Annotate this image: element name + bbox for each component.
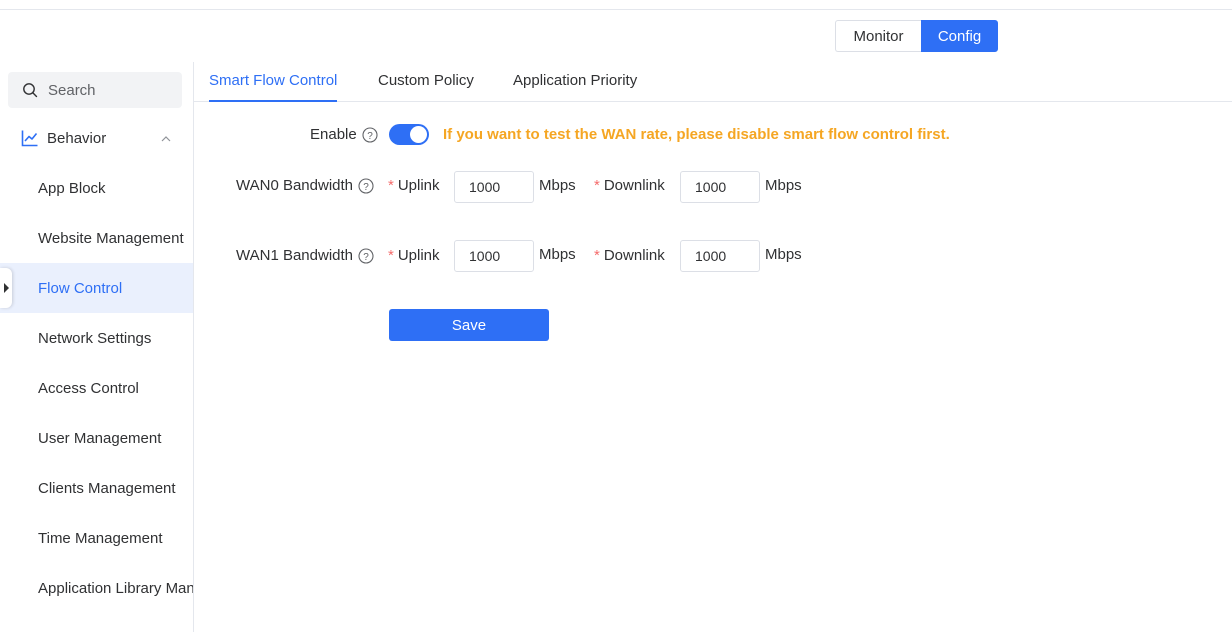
tab-smart-flow-control[interactable]: Smart Flow Control — [209, 72, 338, 102]
sidebar-group-behavior[interactable]: Behavior — [0, 120, 193, 156]
sidebar-group-label: Behavior — [47, 129, 107, 147]
help-icon[interactable]: ? — [358, 247, 374, 264]
sidebar-item-application-library-management[interactable]: Application Library Management — [0, 563, 193, 613]
line-chart-icon — [21, 129, 39, 147]
wan0-uplink-input[interactable] — [454, 171, 534, 203]
tab-bar: Smart Flow Control Custom Policy Applica… — [194, 62, 1232, 102]
required-mark: * — [594, 247, 600, 264]
uplink-label-text: Uplink — [397, 177, 440, 194]
wan0-downlink-unit: Mbps — [765, 177, 802, 194]
mode-switch: Monitor Config — [835, 20, 998, 52]
tab-custom-policy[interactable]: Custom Policy — [378, 72, 474, 102]
save-button[interactable]: Save — [389, 309, 549, 341]
wan0-downlink-label: * Downlink — [594, 177, 665, 194]
sidebar-item-app-block[interactable]: App Block — [0, 163, 193, 213]
wan1-downlink-unit: Mbps — [765, 246, 802, 263]
chevron-up-icon — [160, 132, 172, 144]
search-input[interactable]: Search — [8, 72, 182, 108]
downlink-label-text: Downlink — [603, 247, 665, 264]
wan1-downlink-input[interactable] — [680, 240, 760, 272]
help-icon[interactable]: ? — [358, 177, 374, 194]
uplink-label-text: Uplink — [397, 247, 440, 264]
sidebar-item-website-management[interactable]: Website Management — [0, 213, 193, 263]
warning-message: If you want to test the WAN rate, please… — [443, 126, 950, 143]
downlink-label-text: Downlink — [603, 177, 665, 194]
wan1-uplink-input[interactable] — [454, 240, 534, 272]
top-divider — [0, 9, 1232, 10]
sidebar-item-time-management[interactable]: Time Management — [0, 513, 193, 563]
toggle-knob — [410, 126, 427, 143]
wan1-bandwidth-label: WAN1 Bandwidth ? — [236, 247, 374, 264]
sidebar-item-flow-control[interactable]: Flow Control — [0, 263, 193, 313]
required-mark: * — [388, 247, 394, 264]
svg-text:?: ? — [363, 182, 369, 193]
wan0-uplink-label: * Uplink — [388, 177, 440, 194]
search-icon — [22, 82, 38, 98]
wan1-uplink-unit: Mbps — [539, 246, 576, 263]
wan0-bandwidth-label: WAN0 Bandwidth ? — [236, 177, 374, 194]
svg-text:?: ? — [367, 131, 373, 142]
wan0-uplink-unit: Mbps — [539, 177, 576, 194]
config-button[interactable]: Config — [921, 20, 998, 52]
sidebar-item-access-control[interactable]: Access Control — [0, 363, 193, 413]
sidebar-item-clients-management[interactable]: Clients Management — [0, 463, 193, 513]
sidebar: Search Behavior App Block Website Manage… — [0, 62, 194, 632]
wan0-label-text: WAN0 Bandwidth — [236, 177, 353, 194]
wan1-downlink-label: * Downlink — [594, 247, 665, 264]
monitor-button[interactable]: Monitor — [835, 20, 921, 52]
sidebar-item-network-settings[interactable]: Network Settings — [0, 313, 193, 363]
help-icon[interactable]: ? — [362, 126, 378, 143]
enable-label: Enable ? — [310, 126, 378, 143]
required-mark: * — [388, 177, 394, 194]
tab-application-priority[interactable]: Application Priority — [513, 72, 637, 102]
caret-right-icon — [3, 283, 9, 293]
wan0-downlink-input[interactable] — [680, 171, 760, 203]
search-placeholder: Search — [48, 81, 96, 99]
wan1-uplink-label: * Uplink — [388, 247, 440, 264]
sidebar-item-user-management[interactable]: User Management — [0, 413, 193, 463]
enable-toggle[interactable] — [389, 124, 429, 145]
svg-text:?: ? — [363, 252, 369, 263]
wan1-label-text: WAN1 Bandwidth — [236, 247, 353, 264]
required-mark: * — [594, 177, 600, 194]
enable-label-text: Enable — [310, 126, 357, 143]
sidebar-collapse-handle[interactable] — [0, 268, 12, 308]
